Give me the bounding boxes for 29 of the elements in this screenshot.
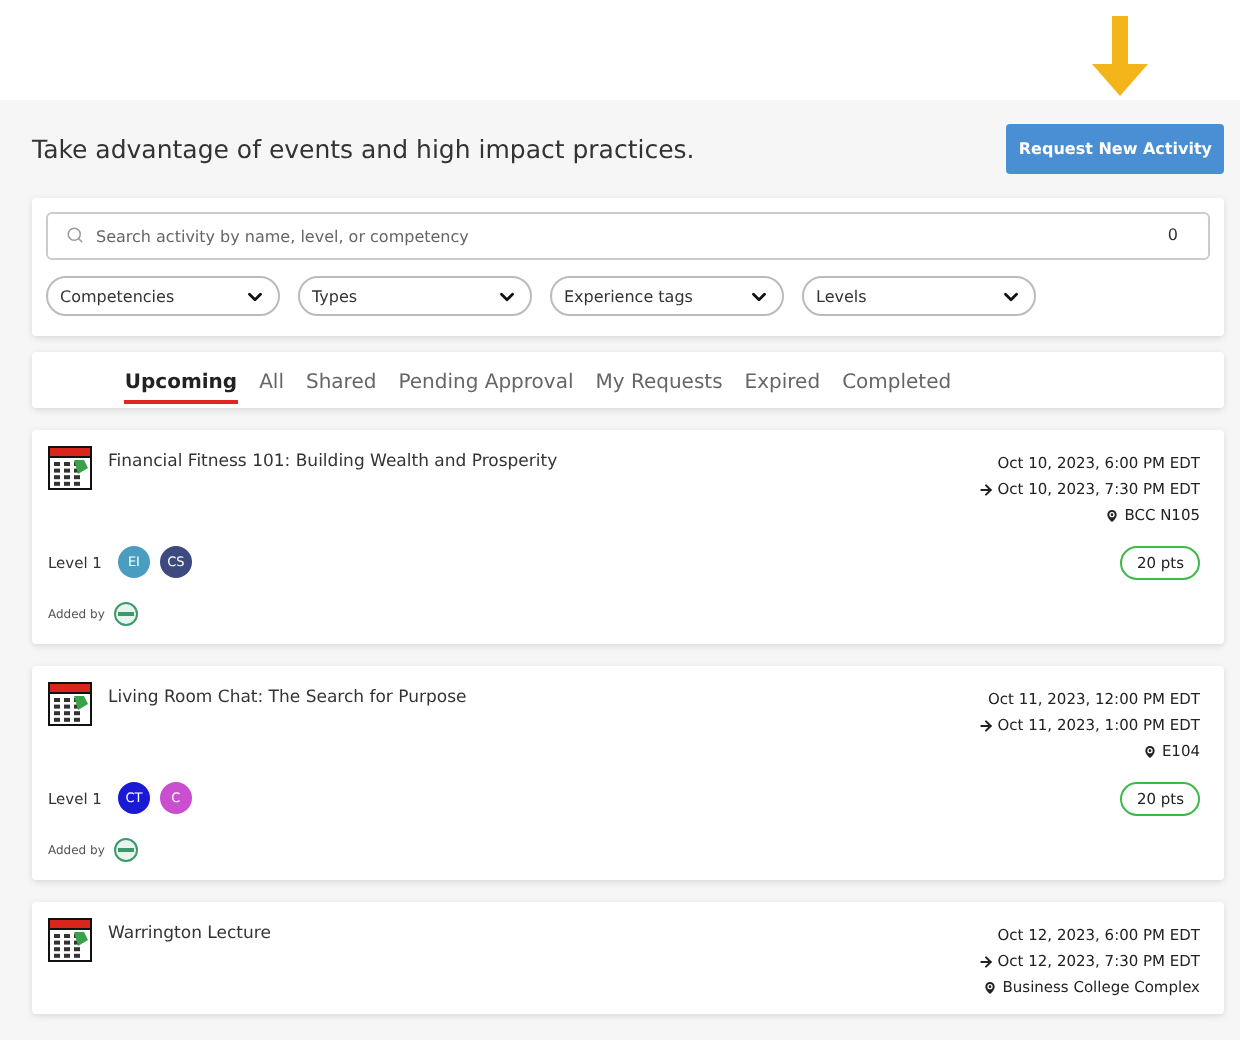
location-pin-icon <box>1104 507 1121 523</box>
filter-dropdown[interactable]: Experience tags <box>550 276 784 316</box>
filter-dropdown[interactable]: Levels <box>802 276 1036 316</box>
arrow-right-icon <box>977 717 994 733</box>
tab[interactable]: All <box>259 364 284 404</box>
calendar-icon <box>48 446 92 490</box>
result-count: 0 <box>1167 226 1178 244</box>
arrow-right-icon <box>977 481 994 497</box>
tab[interactable]: Pending Approval <box>398 364 574 404</box>
tab[interactable]: Expired <box>744 364 821 404</box>
activity-title: Warrington Lecture <box>108 924 271 944</box>
calendar-icon <box>48 918 92 962</box>
arrow-down-icon <box>1092 16 1148 96</box>
location-pin-icon <box>982 979 999 995</box>
tab[interactable]: My Requests <box>595 364 723 404</box>
tab[interactable]: Completed <box>842 364 952 404</box>
arrow-right-icon <box>977 953 994 969</box>
activity-title: Financial Fitness 101: Building Wealth and Prosperity <box>108 452 558 472</box>
tab[interactable]: Shared <box>305 364 377 404</box>
filter-dropdown[interactable]: Competencies <box>46 276 280 316</box>
logo-icon <box>114 838 139 862</box>
intro-text: Take advantage of events and high impact practices. <box>32 134 695 164</box>
filter-dropdown[interactable]: Types <box>298 276 532 316</box>
activity-title: Living Room Chat: The Search for Purpose <box>108 688 467 708</box>
logo-icon <box>114 602 139 626</box>
tab[interactable]: Upcoming <box>124 364 238 404</box>
calendar-icon <box>48 682 92 726</box>
location-pin-icon <box>1141 743 1158 759</box>
search-icon <box>66 226 84 244</box>
